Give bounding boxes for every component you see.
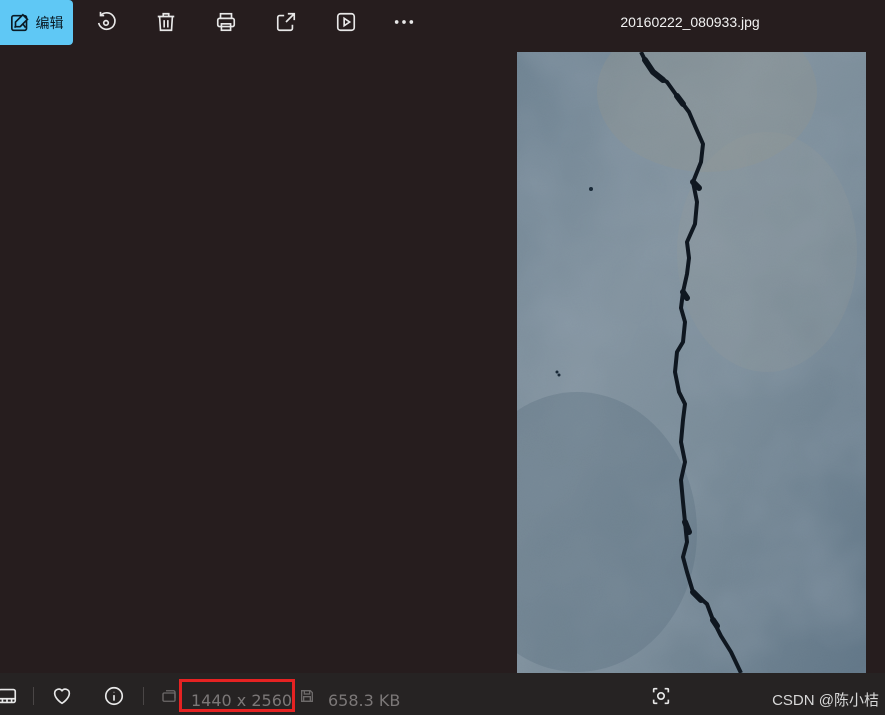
edit-image-icon — [10, 13, 29, 31]
visual-search-icon — [652, 687, 670, 705]
dimensions-icon-wrap — [158, 685, 180, 707]
resize-icon — [162, 690, 176, 702]
photo — [517, 52, 866, 673]
delete-icon — [157, 12, 175, 32]
edit-button[interactable]: 编辑 — [0, 0, 73, 45]
heart-icon — [53, 688, 71, 705]
file-size: 658.3 KB — [328, 691, 401, 710]
share-icon — [276, 12, 296, 32]
slideshow-icon — [336, 12, 356, 32]
toolbar: 编辑 20160222_080933.jpg — [0, 0, 885, 48]
visual-search-button[interactable] — [650, 685, 672, 707]
rotate-button[interactable] — [94, 10, 118, 34]
edit-label: 编辑 — [35, 14, 64, 31]
file-size-icon-wrap — [296, 685, 318, 707]
slideshow-button[interactable] — [334, 10, 358, 34]
filmstrip-button[interactable] — [0, 685, 18, 707]
print-button[interactable] — [214, 10, 238, 34]
divider — [143, 687, 144, 705]
filmstrip-icon — [0, 688, 17, 704]
save-icon — [301, 690, 313, 702]
file-name: 20160222_080933.jpg — [620, 14, 760, 30]
watermark: CSDN @陈小桔 — [772, 692, 879, 709]
status-bar: 1440 x 2560 658.3 KB — [0, 673, 885, 715]
rotate-icon — [97, 11, 116, 31]
dimensions-highlight-box — [179, 679, 295, 712]
share-button[interactable] — [274, 10, 298, 34]
more-icon — [394, 20, 414, 24]
divider — [33, 687, 34, 705]
info-icon — [104, 686, 124, 706]
concrete-crack-photo — [517, 52, 866, 673]
more-button[interactable] — [392, 10, 416, 34]
info-button[interactable] — [103, 685, 125, 707]
delete-button[interactable] — [154, 10, 178, 34]
favorite-button[interactable] — [51, 685, 73, 707]
print-icon — [216, 12, 236, 32]
